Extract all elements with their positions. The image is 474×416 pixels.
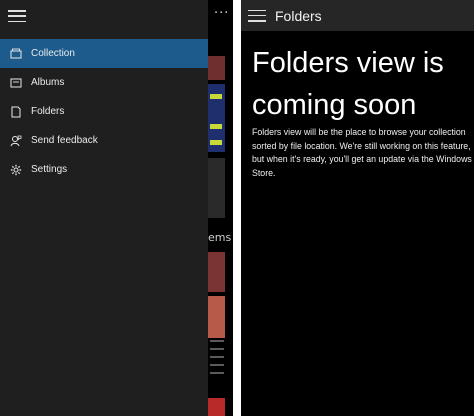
nav-list: Collection Albums Folders Send feedback bbox=[0, 39, 208, 184]
coming-soon-heading: Folders view is coming soon bbox=[252, 47, 444, 121]
thumbnail[interactable] bbox=[208, 84, 225, 152]
hamburger-icon bbox=[8, 10, 26, 12]
thumbnail[interactable] bbox=[208, 158, 225, 218]
folder-icon bbox=[10, 106, 22, 118]
feedback-icon bbox=[10, 135, 22, 147]
hamburger-icon bbox=[248, 9, 266, 11]
thumbnail[interactable] bbox=[208, 56, 225, 80]
nav-item-albums[interactable]: Albums bbox=[0, 68, 208, 97]
page-title: Folders bbox=[275, 7, 322, 24]
hamburger-menu-button[interactable] bbox=[6, 7, 28, 25]
thumbnail[interactable] bbox=[208, 296, 225, 338]
hamburger-menu-button[interactable] bbox=[248, 9, 266, 22]
albums-icon bbox=[10, 77, 22, 89]
nav-item-send-feedback[interactable]: Send feedback bbox=[0, 126, 208, 155]
nav-item-label: Albums bbox=[31, 77, 65, 88]
list-placeholder bbox=[210, 340, 224, 380]
right-screen: Folders Folders view is coming soon Fold… bbox=[241, 0, 474, 416]
nav-item-label: Collection bbox=[31, 48, 75, 59]
nav-item-label: Send feedback bbox=[31, 135, 98, 146]
left-screen: ··· ems Collection Albums Folders Send f… bbox=[0, 0, 233, 416]
thumbnail[interactable] bbox=[208, 398, 225, 416]
section-heading-fragment: ems bbox=[208, 231, 232, 244]
app-header: Folders bbox=[241, 0, 474, 31]
nav-item-label: Folders bbox=[31, 106, 65, 117]
screenshot-divider bbox=[233, 0, 241, 416]
nav-item-collection[interactable]: Collection bbox=[0, 39, 208, 68]
thumbnail[interactable] bbox=[208, 252, 225, 292]
nav-item-folders[interactable]: Folders bbox=[0, 97, 208, 126]
coming-soon-description: Folders view will be the place to browse… bbox=[252, 127, 472, 178]
collection-icon bbox=[10, 48, 22, 60]
nav-item-label: Settings bbox=[31, 164, 68, 175]
more-options-button[interactable]: ··· bbox=[214, 6, 229, 21]
nav-item-settings[interactable]: Settings bbox=[0, 155, 208, 184]
gear-icon bbox=[10, 164, 22, 176]
navigation-pane: Collection Albums Folders Send feedback bbox=[0, 0, 208, 416]
